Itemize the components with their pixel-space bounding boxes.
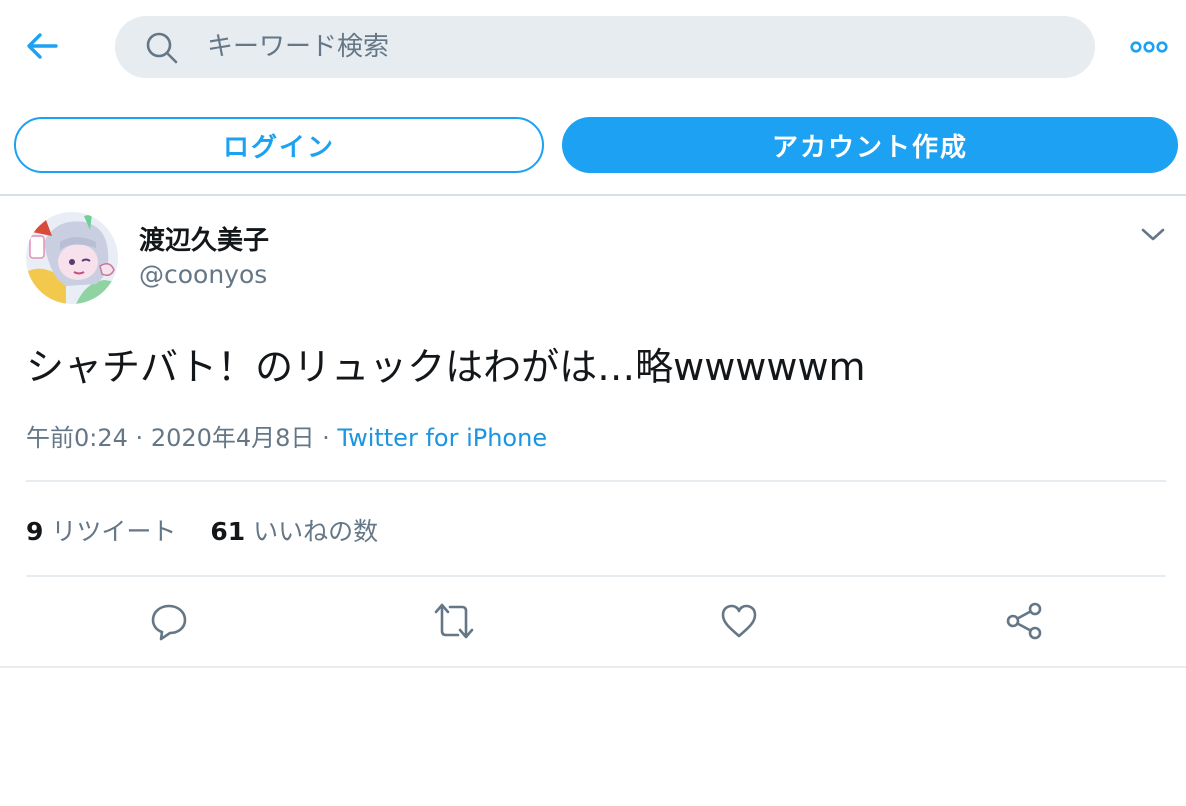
like-button[interactable] — [716, 598, 762, 644]
caret-down-icon — [1141, 228, 1165, 241]
retweet-button[interactable] — [431, 598, 477, 644]
user-handle[interactable]: @coonyos — [139, 260, 267, 289]
more-icon — [1130, 41, 1168, 53]
retweet-stat[interactable]: 9 リツイート — [26, 517, 176, 546]
display-name[interactable]: 渡辺久美子 — [139, 220, 269, 257]
tweet-text: シャチバト！のリュックはわがは…略wwwwwm — [26, 345, 866, 389]
meta-separator: · — [135, 424, 144, 452]
search-input[interactable] — [207, 16, 1067, 78]
reply-button[interactable] — [146, 598, 192, 644]
tweet-source-link[interactable]: Twitter for iPhone — [337, 424, 547, 452]
divider — [26, 480, 1166, 482]
search-icon — [146, 32, 178, 64]
tweet-time[interactable]: 午前0:24 — [26, 424, 128, 452]
like-count: 61 — [210, 517, 246, 546]
tweet-date[interactable]: 2020年4月8日 — [151, 424, 315, 452]
back-button[interactable] — [22, 26, 62, 66]
divider — [26, 575, 1166, 577]
avatar[interactable] — [26, 212, 118, 304]
share-button[interactable] — [1001, 598, 1047, 644]
retweet-label: リツイート — [51, 517, 177, 546]
search-box[interactable] — [115, 16, 1095, 78]
auth-bar: ログイン アカウント作成 — [0, 96, 1186, 196]
meta-separator: · — [322, 424, 330, 452]
reply-icon — [151, 604, 187, 641]
avatar-image — [26, 212, 118, 304]
like-label: いいねの数 — [253, 517, 379, 546]
like-stat[interactable]: 61 いいねの数 — [210, 517, 378, 546]
tweet-menu-button[interactable] — [1138, 222, 1168, 246]
like-icon — [721, 604, 757, 638]
tweet: 渡辺久美子 @coonyos シャチバト！のリュックはわがは…略wwwwwm 午… — [0, 198, 1186, 668]
back-arrow-icon — [27, 33, 58, 59]
retweet-icon — [434, 603, 474, 639]
signup-button[interactable]: アカウント作成 — [562, 117, 1178, 173]
login-button[interactable]: ログイン — [14, 117, 544, 173]
top-bar — [0, 0, 1186, 96]
share-icon — [1006, 602, 1042, 640]
tweet-stats: 9 リツイート 61 いいねの数 — [26, 512, 378, 548]
more-button[interactable] — [1128, 32, 1172, 62]
retweet-count: 9 — [26, 517, 44, 546]
tweet-meta: 午前0:24 · 2020年4月8日 · Twitter for iPhone — [26, 418, 547, 453]
